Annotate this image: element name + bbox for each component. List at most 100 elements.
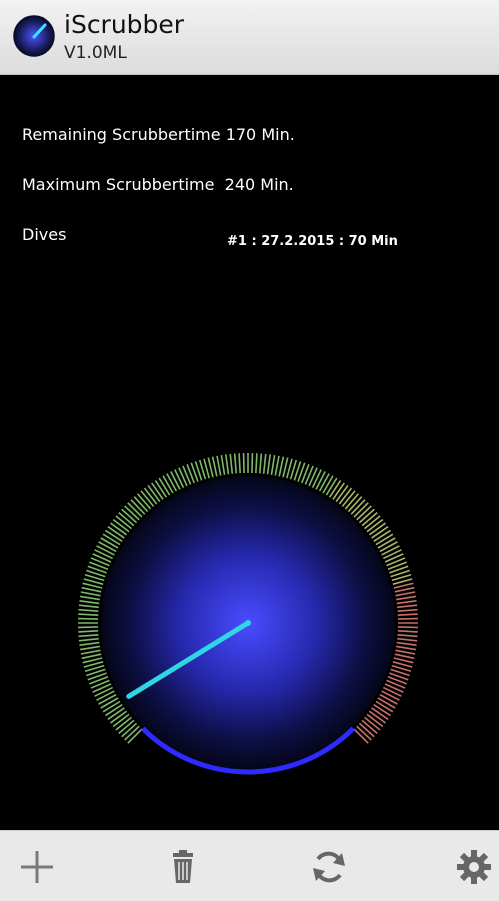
gauge-tick: [104, 529, 123, 542]
gauge-tick: [102, 533, 121, 546]
gauge-tick: [262, 453, 267, 474]
gauge-tick: [82, 582, 103, 589]
gear-icon: [457, 850, 491, 884]
gauge-tick: [98, 693, 117, 705]
gauge-tick: [395, 649, 416, 655]
gauge-tick: [318, 473, 330, 492]
title-bar: iScrubber V1.0ML: [0, 0, 499, 75]
gauge-tick: [174, 469, 185, 488]
gauge-tick: [375, 533, 394, 546]
gauge-tick: [373, 704, 392, 717]
maximum-scrubbertime: Maximum Scrubbertime 240 Min.: [22, 175, 294, 194]
gauge-needle-hub: [245, 620, 251, 626]
dive-list-item[interactable]: #1 : 27.2.2015 : 70 Min: [227, 234, 398, 249]
add-dive-button[interactable]: [15, 845, 59, 889]
gauge-tick: [377, 537, 396, 549]
gauge-tick: [393, 582, 414, 589]
gauge-tick: [78, 613, 99, 616]
gauge-tick: [377, 697, 396, 709]
gauge-tick: [220, 454, 226, 475]
settings-button[interactable]: [452, 845, 496, 889]
gauge-tick: [278, 456, 285, 477]
gauge-tick: [96, 690, 115, 701]
gauge-tick: [78, 633, 99, 638]
app-version: V1.0ML: [64, 43, 127, 63]
gauge-tick: [92, 683, 112, 693]
gauge-tick: [311, 469, 322, 488]
gauge-tick: [396, 595, 417, 601]
scrubber-gauge: [78, 453, 418, 775]
gauge-tick: [92, 553, 112, 563]
gauge-tick: [397, 633, 418, 638]
gauge-tick: [94, 686, 113, 697]
gauge-tick: [381, 690, 400, 701]
gauge-tick: [166, 473, 178, 492]
remaining-scrubbertime: Remaining Scrubbertime 170 Min.: [22, 125, 295, 144]
gauge-tick: [82, 657, 103, 664]
gauge-tick: [308, 467, 318, 487]
plus-icon: [21, 851, 53, 883]
gauge-tick: [255, 453, 258, 474]
gauge-tick: [96, 545, 115, 556]
gauge-tick: [78, 617, 99, 620]
gauge-tick: [79, 595, 100, 601]
gauge-tick: [397, 604, 418, 609]
gauge-tick: [396, 641, 417, 646]
gauge-tick: [79, 641, 100, 646]
app-logo-icon: [13, 15, 55, 57]
gauge-tick: [397, 626, 418, 629]
gauge-tick: [79, 600, 100, 605]
gauge-tick: [325, 477, 338, 496]
gauge-tick: [251, 453, 254, 474]
gauge-tick: [79, 645, 100, 651]
gauge-tick: [100, 537, 119, 549]
gauge-tick: [397, 617, 418, 620]
gauge-tick: [78, 608, 99, 613]
gauge-tick: [78, 604, 99, 609]
gauge-tick: [270, 454, 276, 475]
gauge-tick: [207, 457, 214, 478]
gauge-tick: [381, 545, 400, 556]
gauge-tick: [211, 456, 218, 477]
dives-label: Dives: [22, 225, 67, 244]
gauge-tick: [170, 471, 181, 490]
trash-icon: [173, 850, 193, 883]
gauge-tick: [100, 697, 119, 709]
gauge-tick: [396, 645, 417, 651]
gauge-tick: [397, 608, 418, 613]
gauge-tick: [78, 630, 99, 633]
gauge-tick: [80, 649, 101, 655]
gauge-tick: [81, 586, 102, 593]
gauge-tick: [379, 693, 398, 705]
gauge-tick: [282, 457, 289, 478]
gauge-tick: [396, 600, 417, 605]
gauge-tick: [394, 653, 415, 660]
gauge-tick: [315, 471, 326, 490]
gauge-tick: [258, 453, 263, 474]
delete-button[interactable]: [161, 845, 205, 889]
gauge-tick: [162, 475, 174, 494]
gauge-tick: [384, 683, 404, 693]
gauge-tick: [383, 549, 402, 560]
gauge-tick: [98, 541, 117, 553]
gauge-tick: [322, 475, 334, 494]
gauge-tick: [102, 700, 121, 713]
gauge-tick: [379, 541, 398, 553]
gauge-tick: [238, 453, 241, 474]
gauge-tick: [329, 479, 342, 498]
gauge-tick: [242, 453, 245, 474]
gauge-tick: [178, 467, 188, 487]
refresh-button[interactable]: [307, 845, 351, 889]
gauge-tick: [274, 455, 280, 476]
gauge-tick: [397, 637, 418, 642]
gauge-tick: [233, 453, 238, 474]
gauge-tick: [229, 453, 234, 474]
gauge-tick: [80, 591, 101, 597]
gauge-tick: [94, 549, 113, 560]
gauge-tick: [394, 586, 415, 593]
gauge-tick: [393, 657, 414, 664]
gauge-tick: [397, 613, 418, 616]
refresh-icon: [313, 851, 345, 883]
gauge-tick: [383, 686, 402, 697]
gauge-tick: [154, 479, 167, 498]
